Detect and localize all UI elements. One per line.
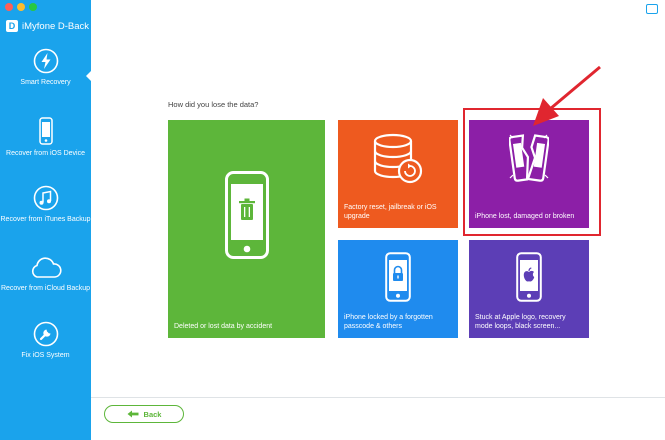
option-label: iPhone locked by a forgotten passcode & …	[344, 314, 433, 330]
app-title: iMyfone D-Back	[22, 20, 90, 32]
sidebar-item-recover-itunes[interactable]: Recover from iTunes Backup	[0, 185, 91, 224]
footer-divider	[91, 397, 665, 398]
sidebar-item-label: Fix iOS System	[21, 352, 70, 359]
option-deleted-accident[interactable]: Deleted or lost data by accident	[168, 120, 325, 338]
back-arrow-icon	[127, 410, 139, 418]
option-iphone-locked[interactable]: iPhone locked by a forgotten passcode & …	[338, 240, 458, 338]
wrench-icon	[33, 321, 58, 347]
sidebar-item-recover-ios-device[interactable]: Recover from iOS Device	[0, 117, 91, 158]
option-label: Deleted or lost data by accident	[174, 323, 273, 330]
minimize-window-button[interactable]	[17, 3, 25, 11]
phone-lock-icon	[385, 252, 411, 302]
page-question: How did you lose the data?	[168, 100, 259, 109]
phone-apple-icon	[516, 252, 542, 302]
music-note-icon	[33, 185, 58, 211]
iphone-icon	[38, 117, 53, 145]
option-label: Stuck at Apple logo, recovery mode loops…	[475, 314, 566, 330]
zoom-window-button[interactable]	[29, 3, 37, 11]
window-controls	[0, 0, 91, 15]
sidebar-item-label: Recover from iOS Device	[6, 150, 85, 157]
sidebar-item-smart-recovery[interactable]: Smart Recovery	[0, 48, 92, 87]
back-button-label: Back	[143, 409, 162, 419]
lightning-icon	[33, 48, 58, 74]
sidebar-item-label: Recover from iTunes Backup	[0, 216, 91, 223]
option-label: Factory reset, jailbreak or iOS upgrade	[344, 204, 437, 220]
sidebar-item-label: Smart Recovery	[20, 79, 71, 86]
sidebar-item-recover-icloud[interactable]: Recover from iCloud Backup	[0, 256, 91, 293]
close-window-button[interactable]	[5, 3, 13, 11]
option-factory-reset[interactable]: Factory reset, jailbreak or iOS upgrade	[338, 120, 458, 228]
database-reset-icon	[373, 133, 423, 184]
option-stuck-apple-logo[interactable]: Stuck at Apple logo, recovery mode loops…	[469, 240, 589, 338]
cloud-icon	[31, 257, 62, 278]
app-brand: D iMyfone D-Back	[6, 17, 89, 35]
sidebar: D iMyfone D-Back Smart Recovery Recover …	[0, 0, 92, 440]
app-logo-icon: D	[6, 20, 18, 32]
feedback-icon[interactable]	[646, 4, 658, 14]
back-button[interactable]: Back	[104, 405, 184, 423]
sidebar-item-label: Recover from iCloud Backup	[0, 285, 91, 292]
sidebar-item-fix-ios[interactable]: Fix iOS System	[0, 321, 91, 360]
annotation-arrow-icon	[533, 65, 601, 126]
phone-trash-icon	[225, 171, 269, 259]
